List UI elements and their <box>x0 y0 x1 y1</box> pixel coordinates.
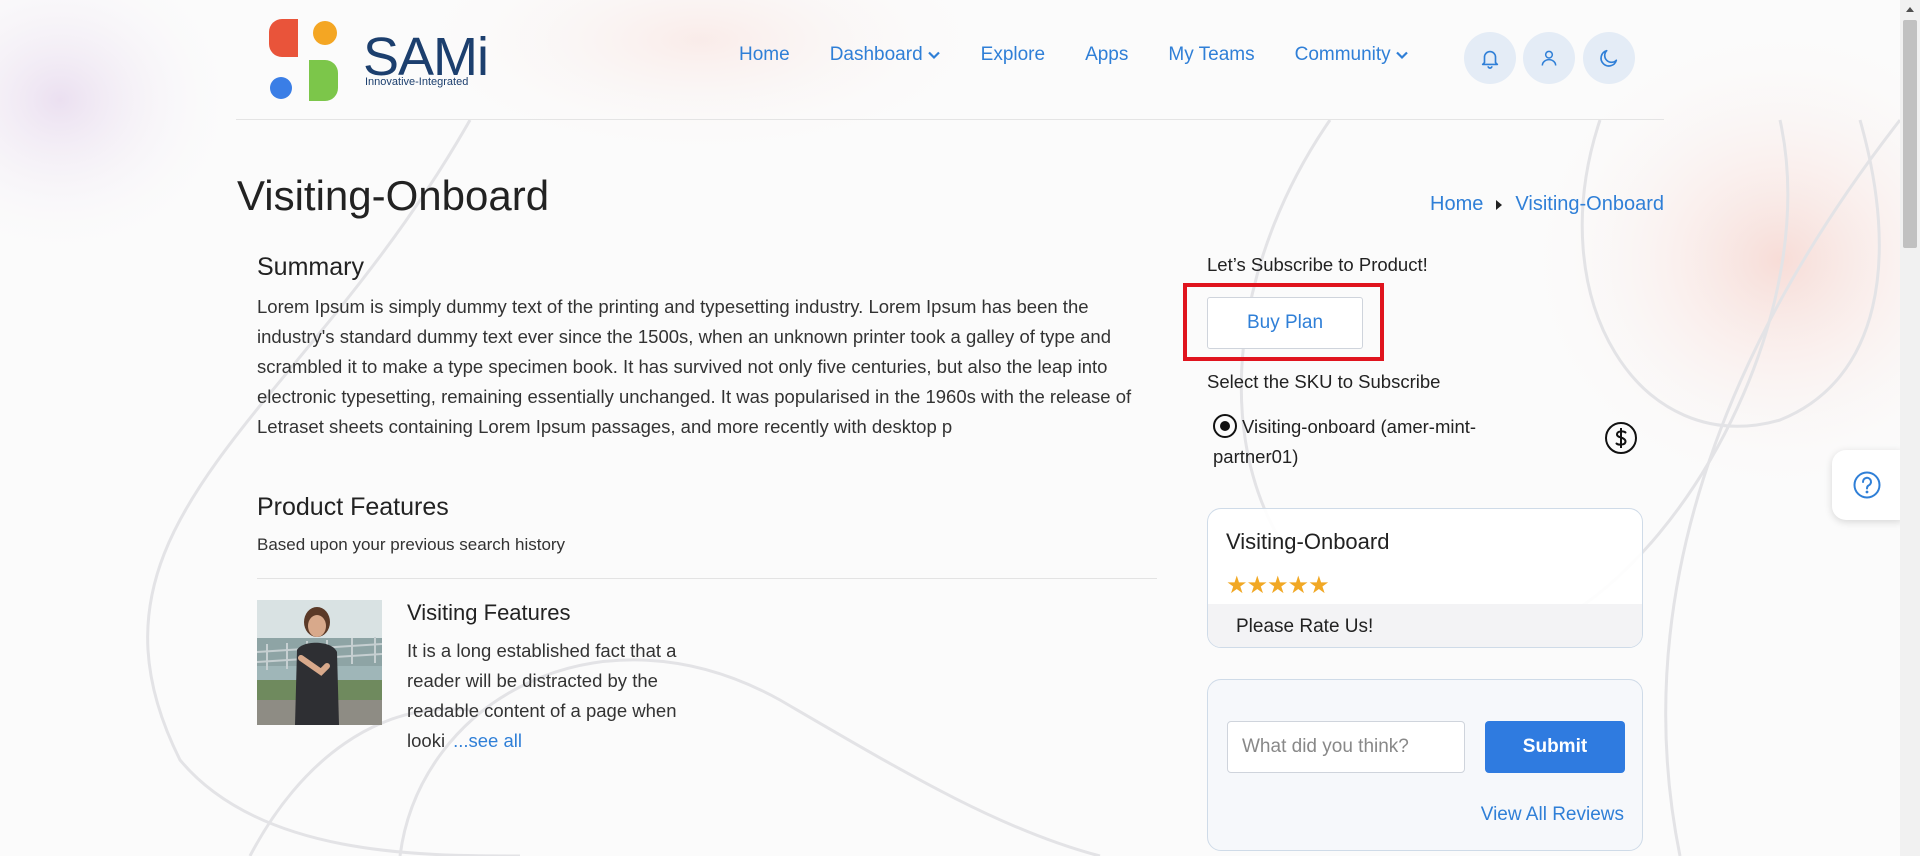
nav-my-teams[interactable]: My Teams <box>1168 44 1254 66</box>
chevron-down-icon <box>1395 51 1408 60</box>
feature-title: Visiting Features <box>407 600 571 625</box>
nav-my-teams-label: My Teams <box>1168 44 1255 65</box>
radio-selected-icon[interactable] <box>1213 414 1237 438</box>
scrollbar-thumb[interactable] <box>1903 20 1917 248</box>
breadcrumb-current[interactable]: Visiting-Onboard <box>1515 193 1664 216</box>
scrollbar[interactable] <box>1900 0 1920 856</box>
nav-home[interactable]: Home <box>739 44 790 66</box>
features-heading: Product Features <box>257 493 449 521</box>
breadcrumb: Home Visiting-Onboard <box>1430 193 1664 216</box>
dollar-icon[interactable] <box>1604 421 1638 455</box>
nav-explore[interactable]: Explore <box>981 44 1045 66</box>
help-button[interactable] <box>1832 450 1902 520</box>
breadcrumb-home[interactable]: Home <box>1430 193 1483 216</box>
page-title: Visiting-Onboard <box>237 172 550 219</box>
summary-heading: Summary <box>257 253 364 281</box>
buy-plan-button[interactable]: Buy Plan <box>1207 297 1363 349</box>
rating-card: Visiting-Onboard ★★★★★ Please Rate Us! <box>1207 508 1643 648</box>
see-all-link[interactable]: ...see all <box>453 730 522 751</box>
review-input[interactable] <box>1227 721 1465 773</box>
feature-description: It is a long established fact that a rea… <box>407 640 677 751</box>
summary-text: Lorem Ipsum is simply dummy text of the … <box>257 296 1132 437</box>
theme-toggle-button[interactable] <box>1583 32 1635 84</box>
subscribe-label: Let’s Subscribe to Product! <box>1207 254 1428 275</box>
scroll-up-arrow-icon[interactable] <box>1900 0 1920 18</box>
nav-home-label: Home <box>739 44 790 65</box>
nav-apps[interactable]: Apps <box>1085 44 1128 66</box>
page: SAMi Innovative-Integrated Home Dashboar… <box>0 0 1902 856</box>
moon-icon <box>1600 49 1618 67</box>
bell-icon <box>1481 50 1499 69</box>
feature-image <box>257 600 382 725</box>
brand-tagline: Innovative-Integrated <box>365 76 469 88</box>
sku-label: Select the SKU to Subscribe <box>1207 371 1441 392</box>
nav-community-label: Community <box>1294 44 1391 65</box>
header-divider <box>236 119 1664 120</box>
features-divider <box>257 578 1157 579</box>
features-subheading: Based upon your previous search history <box>257 535 566 554</box>
sku-option-label: Visiting-onboard (amer-mint-partner01) <box>1213 416 1477 467</box>
view-all-reviews-link[interactable]: View All Reviews <box>1481 804 1624 826</box>
nav-apps-label: Apps <box>1085 44 1129 65</box>
rate-us-label: Please Rate Us! <box>1236 616 1374 637</box>
logo-mark-icon <box>269 19 338 101</box>
brand-logo[interactable]: SAMi Innovative-Integrated <box>268 18 498 102</box>
feature-text: It is a long established fact that a rea… <box>407 636 697 756</box>
star-rating[interactable]: ★★★★★ <box>1226 571 1330 600</box>
notifications-button[interactable] <box>1464 32 1516 84</box>
nav-explore-label: Explore <box>980 44 1046 65</box>
nav-dashboard[interactable]: Dashboard <box>830 44 941 66</box>
nav-dashboard-label: Dashboard <box>829 44 923 65</box>
help-icon <box>1853 471 1881 499</box>
rating-card-title: Visiting-Onboard <box>1226 529 1390 554</box>
main-nav: Home Dashboard Explore Apps My Teams Com… <box>739 44 1409 66</box>
sku-option[interactable]: Visiting-onboard (amer-mint-partner01) <box>1213 412 1493 472</box>
profile-button[interactable] <box>1523 32 1575 84</box>
caret-right-icon <box>1496 199 1503 210</box>
nav-community[interactable]: Community <box>1295 44 1409 66</box>
submit-button[interactable]: Submit <box>1485 721 1625 773</box>
chevron-down-icon <box>927 51 940 60</box>
review-card: Submit View All Reviews <box>1207 679 1643 851</box>
user-icon <box>1541 50 1557 66</box>
